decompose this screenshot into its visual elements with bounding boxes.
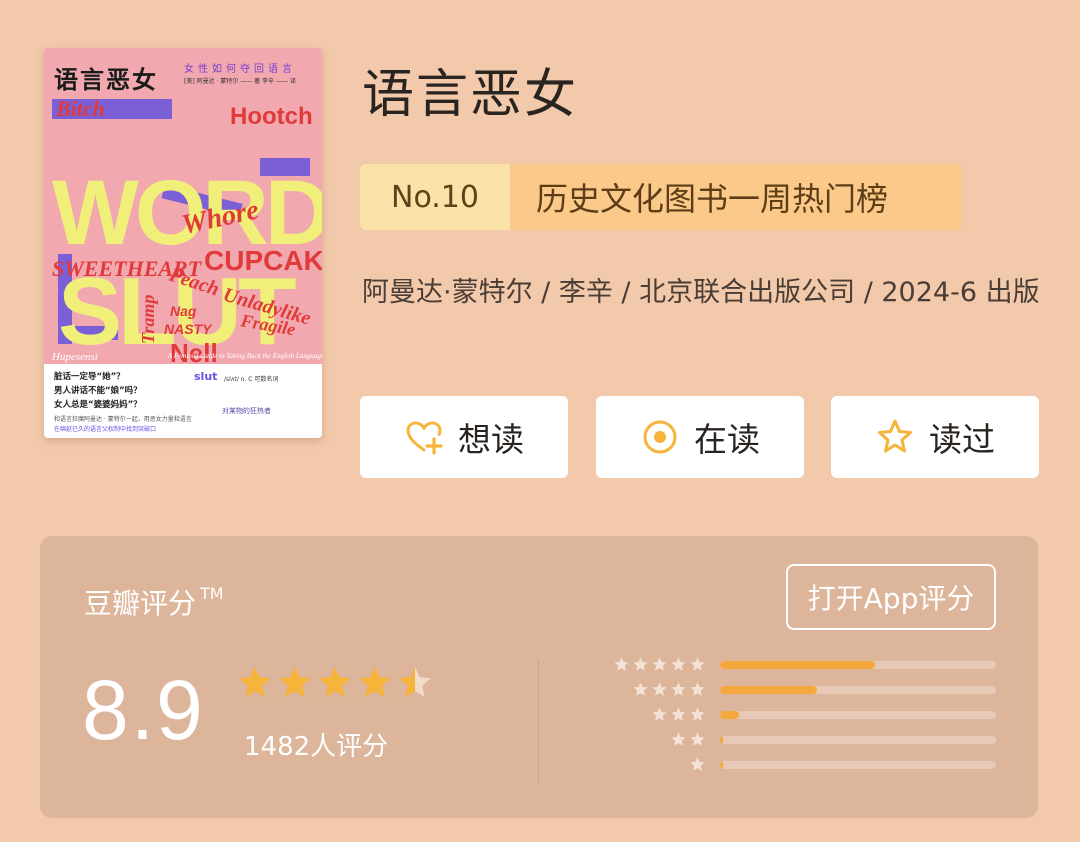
star-outline-icon [878, 419, 912, 453]
cover-blurb: 在绵延已久的语言父权制中找到突破口 [54, 426, 157, 433]
rating-star-icon [359, 666, 391, 698]
rating-distribution [606, 652, 1000, 777]
cover-artwork: WORDS SLUT Bitch Hootch Whore CUPCAKE SW… [44, 94, 322, 364]
book-byline: 阿曼达·蒙特尔 / 李辛 / 北京联合出版公司 / 2024-6 出版 [362, 277, 1040, 308]
cover-english-subtitle: A Feminist Guide to Taking Back the Engl… [167, 352, 322, 360]
cover-question: 女人总是“婆婆妈妈”？ [54, 400, 142, 410]
small-star-icon [671, 707, 686, 721]
distribution-row [606, 652, 1000, 677]
reading-button[interactable]: 在读 [596, 396, 804, 478]
distribution-bar-fill [720, 760, 723, 769]
rating-star-icon [279, 666, 311, 698]
rating-star-icon [399, 666, 431, 698]
rating-score: 8.9 [82, 663, 205, 757]
reading-label: 在读 [694, 420, 760, 459]
cover-footer: 脏话一定导“她”？ 男人讲话不能“娘”吗？ 女人总是“婆婆妈妈”？ 和语言狂魔阿… [44, 364, 322, 438]
small-star-icon [671, 732, 686, 746]
open-app-rate-button[interactable]: 打开App评分 [786, 564, 996, 630]
small-star-icon [671, 682, 686, 696]
cover-word-bitch: Bitch [55, 96, 105, 121]
distribution-bar-track [720, 660, 996, 669]
distribution-row [606, 677, 1000, 702]
small-star-icon [652, 707, 667, 721]
distribution-stars [606, 706, 706, 723]
distribution-bar-fill [720, 685, 817, 694]
cover-word-hootch: Hootch [230, 103, 313, 130]
have-read-button[interactable]: 读过 [831, 396, 1039, 478]
cover-meta: [美] 阿曼达 · 蒙特尔 —— 著 李辛 —— 译 [184, 78, 296, 85]
cover-blurb: 和语言狂魔阿曼达 · 蒙特尔一起，用恶女力量和语言 [54, 416, 192, 423]
small-star-icon [652, 657, 667, 671]
small-star-icon [690, 707, 705, 721]
rating-count: 1482人评分 [244, 732, 389, 762]
cover-slut-word: slut [194, 370, 218, 383]
rating-label: 豆瓣评分 TM [84, 582, 224, 622]
have-read-label: 读过 [929, 420, 995, 459]
small-star-icon [690, 732, 705, 746]
cover-word-cupcake: CUPCAKE [204, 245, 322, 276]
cover-question: 男人讲话不能“娘”吗？ [54, 386, 142, 396]
cover-tag: 对某物的狂热者 [222, 407, 271, 415]
distribution-stars [606, 656, 706, 673]
small-star-icon [690, 682, 705, 696]
rating-star-icon [239, 666, 271, 698]
rating-label-text: 豆瓣评分 [84, 587, 197, 620]
want-to-read-button[interactable]: 想读 [360, 396, 568, 478]
distribution-row [606, 702, 1000, 727]
cover-word-nasty: NASTY [164, 321, 213, 337]
heart-plus-icon [406, 421, 443, 455]
small-star-icon [690, 657, 705, 671]
small-star-icon [633, 657, 648, 671]
distribution-bar-track [720, 685, 996, 694]
book-title: 语言恶女 [362, 65, 579, 125]
rank-list-name: 历史文化图书一周热门榜 [510, 164, 962, 230]
distribution-bar-fill [720, 735, 723, 744]
distribution-row [606, 752, 1000, 777]
distribution-bar-track [720, 710, 996, 719]
panel-divider [538, 660, 539, 782]
rating-panel: 豆瓣评分 TM 打开App评分 8.9 1482人评分 [40, 536, 1038, 818]
book-cover[interactable]: 语言恶女 女性如何夺回语言 [美] 阿曼达 · 蒙特尔 —— 著 李辛 —— 译… [44, 48, 322, 438]
cover-title: 语言恶女 [54, 66, 158, 94]
rank-number: No.10 [360, 164, 510, 230]
reading-status-actions: 想读 在读 读过 [360, 396, 1040, 478]
target-icon [643, 420, 677, 454]
distribution-bar-fill [720, 660, 875, 669]
rating-star-icon [319, 666, 351, 698]
distribution-bar-track [720, 735, 996, 744]
small-star-icon [652, 682, 667, 696]
cover-definition: /slʌt/ n. C 可数名词 [224, 376, 279, 383]
small-star-icon [614, 657, 629, 671]
trademark-mark: TM [200, 584, 224, 603]
distribution-stars [606, 681, 706, 698]
distribution-bar-fill [720, 710, 740, 719]
cover-word-nell: Nell [170, 338, 218, 364]
distribution-bar-track [720, 760, 996, 769]
want-to-read-label: 想读 [458, 420, 524, 459]
small-star-icon [671, 657, 686, 671]
small-star-icon [690, 757, 705, 771]
rating-stars [236, 664, 434, 702]
distribution-row [606, 727, 1000, 752]
small-star-icon [633, 682, 648, 696]
cover-header: 语言恶女 女性如何夺回语言 [美] 阿曼达 · 蒙特尔 —— 著 李辛 —— 译 [44, 48, 322, 94]
cover-question: 脏话一定导“她”？ [54, 372, 125, 382]
cover-word-nag: Nag [170, 303, 197, 319]
rank-badge[interactable]: No.10 历史文化图书一周热门榜 [360, 164, 962, 230]
cover-subtitle: 女性如何夺回语言 [184, 64, 296, 75]
distribution-stars [606, 756, 706, 773]
cover-word-tramp: Tramp [138, 295, 158, 344]
distribution-stars [606, 731, 706, 748]
cover-word-hupesensi: Hupesensi [51, 351, 98, 363]
